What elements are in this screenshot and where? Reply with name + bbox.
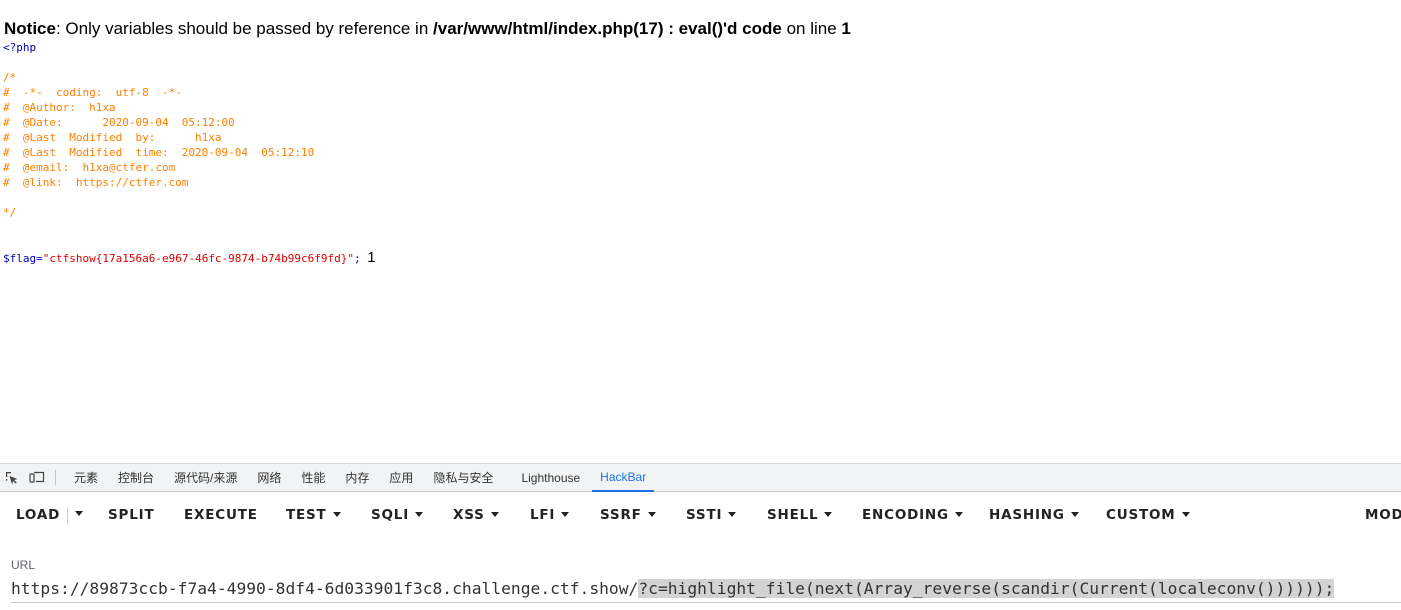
flag-variable: $flag bbox=[3, 252, 37, 265]
comment-line: # @link: https://ctfer.com bbox=[3, 176, 189, 189]
flag-equals: = bbox=[36, 252, 43, 265]
flag-semicolon: ; bbox=[354, 252, 361, 265]
tab-hackbar[interactable]: HackBar bbox=[592, 464, 655, 492]
ssti-menu-button[interactable]: SSTI bbox=[686, 507, 737, 523]
url-base-text: https://89873ccb-f7a4-4990-8df4-6d033901… bbox=[11, 579, 639, 598]
test-menu-button[interactable]: TEST bbox=[286, 507, 341, 523]
chevron-down-icon bbox=[415, 512, 424, 517]
chevron-down-icon bbox=[954, 512, 963, 517]
ssrf-menu-label: SSRF bbox=[600, 507, 642, 523]
devtools-tabbar: 元素 控制台 源代码/来源 网络 性能 内存 应用 隐私与安全 Lighthou… bbox=[0, 464, 1401, 492]
notice-text: : Only variables should be passed by ref… bbox=[55, 19, 434, 38]
tab-elements[interactable]: 元素 bbox=[64, 464, 108, 491]
comment-line: # @Date: 2020-09-04 05:12:00 bbox=[3, 116, 235, 129]
ssti-menu-label: SSTI bbox=[686, 507, 723, 523]
devtools-panel: 元素 控制台 源代码/来源 网络 性能 内存 应用 隐私与安全 Lighthou… bbox=[0, 463, 1401, 610]
comment-line: */ bbox=[3, 206, 17, 219]
mode-menu-button[interactable]: MODE bbox=[1365, 507, 1401, 523]
chevron-down-icon bbox=[1181, 512, 1190, 517]
comment-line: # @email: h1xa@ctfer.com bbox=[3, 161, 176, 174]
tab-lighthouse[interactable]: Lighthouse bbox=[503, 464, 592, 491]
custom-menu-label: CUSTOM bbox=[1106, 507, 1176, 523]
page-output: Notice: Only variables should be passed … bbox=[0, 0, 1401, 463]
encoding-menu-button[interactable]: ENCODING bbox=[862, 507, 963, 523]
encoding-menu-label: ENCODING bbox=[862, 507, 949, 523]
hashing-menu-label: HASHING bbox=[989, 507, 1065, 523]
chevron-down-icon bbox=[332, 512, 341, 517]
php-notice: Notice: Only variables should be passed … bbox=[4, 18, 851, 40]
lfi-menu-button[interactable]: LFI bbox=[530, 507, 570, 523]
comment-line: /* bbox=[3, 71, 17, 84]
hashing-menu-button[interactable]: HASHING bbox=[989, 507, 1079, 523]
flag-value: "ctfshow{17a156a6-e967-46fc-9874-b74b99c… bbox=[42, 252, 355, 265]
highlighted-source: <?php /* # -*- coding: utf-8 -*- # @Auth… bbox=[3, 40, 376, 266]
load-dropdown-button[interactable] bbox=[67, 507, 83, 525]
test-menu-label: TEST bbox=[286, 507, 327, 523]
chevron-down-icon bbox=[1070, 512, 1079, 517]
hackbar-toolbar: LOAD SPLIT EXECUTE TEST SQLI XSS LFI SSR… bbox=[0, 504, 1401, 528]
chevron-down-icon bbox=[647, 512, 656, 517]
comment-line: # @Last Modified time: 2020-09-04 05:12:… bbox=[3, 146, 315, 159]
notice-path: /var/www/html/index.php(17) : eval()'d c… bbox=[433, 19, 782, 38]
execute-button[interactable]: EXECUTE bbox=[184, 507, 258, 523]
inspect-element-icon[interactable] bbox=[3, 464, 21, 491]
shell-menu-label: SHELL bbox=[767, 507, 819, 523]
split-button[interactable]: SPLIT bbox=[108, 507, 154, 523]
chevron-down-icon bbox=[490, 512, 499, 517]
sqli-menu-label: SQLI bbox=[371, 507, 410, 523]
lfi-menu-label: LFI bbox=[530, 507, 556, 523]
chevron-down-icon bbox=[75, 511, 83, 516]
notice-label: Notice bbox=[4, 19, 56, 38]
url-selected-query: ?c=highlight_file(next(Array_reverse(sca… bbox=[638, 579, 1335, 598]
xss-menu-label: XSS bbox=[453, 507, 485, 523]
chevron-down-icon bbox=[824, 512, 833, 517]
ssrf-menu-button[interactable]: SSRF bbox=[600, 507, 656, 523]
url-input[interactable]: https://89873ccb-f7a4-4990-8df4-6d033901… bbox=[11, 576, 1401, 603]
notice-text-line: on line bbox=[781, 19, 842, 38]
php-open-tag: <?php bbox=[3, 41, 37, 54]
custom-menu-button[interactable]: CUSTOM bbox=[1106, 507, 1190, 523]
shell-menu-button[interactable]: SHELL bbox=[767, 507, 833, 523]
chevron-down-icon bbox=[561, 512, 570, 517]
load-button[interactable]: LOAD bbox=[16, 507, 60, 523]
tab-network[interactable]: 网络 bbox=[247, 464, 291, 491]
tab-performance[interactable]: 性能 bbox=[291, 464, 335, 491]
comment-line: # @Last Modified by: h1xa bbox=[3, 131, 222, 144]
device-toolbar-icon[interactable] bbox=[27, 464, 47, 491]
sqli-menu-button[interactable]: SQLI bbox=[371, 507, 424, 523]
tab-sources[interactable]: 源代码/来源 bbox=[164, 464, 247, 491]
comment-line: # @Author: h1xa bbox=[3, 101, 116, 114]
tab-console[interactable]: 控制台 bbox=[108, 464, 164, 491]
xss-menu-button[interactable]: XSS bbox=[453, 507, 499, 523]
chevron-down-icon bbox=[728, 512, 737, 517]
comment-line: # -*- coding: utf-8 -*- bbox=[3, 86, 182, 99]
url-label: URL bbox=[11, 558, 36, 572]
tabbar-divider bbox=[55, 470, 56, 485]
notice-line-number: 1 bbox=[841, 19, 851, 38]
eval-output: 1 bbox=[367, 249, 376, 266]
tab-application[interactable]: 应用 bbox=[379, 464, 423, 491]
tab-memory[interactable]: 内存 bbox=[335, 464, 379, 491]
tab-privacy-security[interactable]: 隐私与安全 bbox=[423, 464, 503, 491]
